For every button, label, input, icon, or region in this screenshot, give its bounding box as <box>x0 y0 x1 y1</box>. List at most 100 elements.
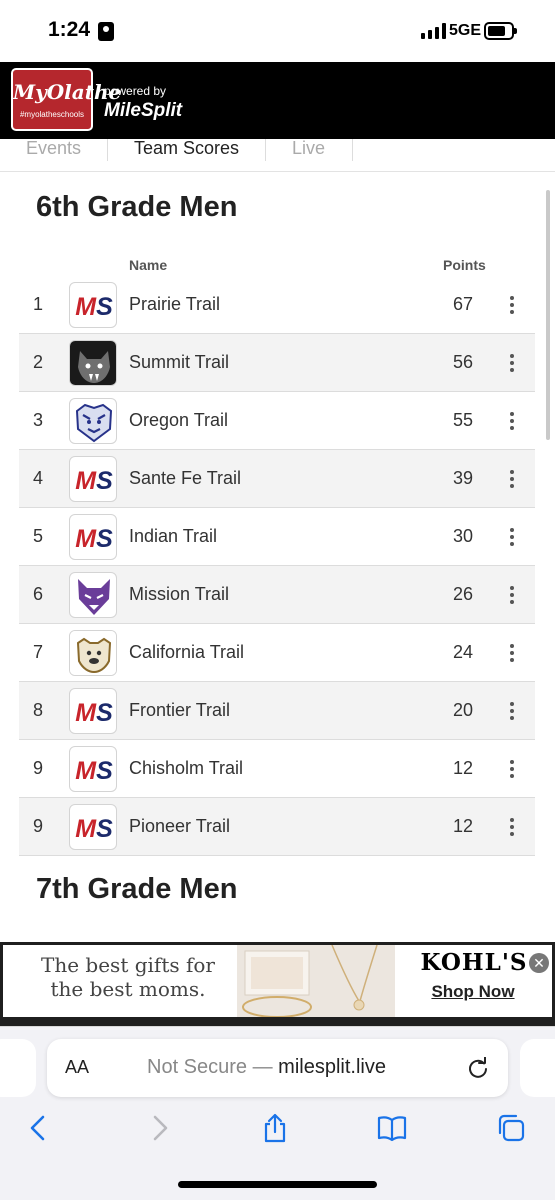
more-options-icon[interactable] <box>505 410 519 432</box>
ad-content[interactable]: The best gifts for the best moms. KOHL'S… <box>3 945 552 1017</box>
more-options-icon[interactable] <box>505 352 519 374</box>
column-header-name: Name <box>129 257 168 273</box>
milesplit-logo: MS <box>69 804 117 850</box>
bulldog-logo <box>69 630 117 676</box>
tiger-logo <box>69 398 117 444</box>
more-options-icon[interactable] <box>505 642 519 664</box>
team-name[interactable]: Pioneer Trail <box>129 816 230 837</box>
team-points: 20 <box>452 700 473 720</box>
team-score-row[interactable]: 7 California Trail 24 <box>19 624 535 682</box>
svg-text:MS: MS <box>75 757 113 785</box>
more-options-icon[interactable] <box>505 468 519 490</box>
team-rank: 6 <box>33 584 44 604</box>
ad-close-icon[interactable]: ✕ <box>529 953 549 973</box>
team-rank: 8 <box>33 700 44 720</box>
team-points: 30 <box>452 526 473 546</box>
team-points: 12 <box>452 816 473 836</box>
team-rank: 3 <box>33 410 44 430</box>
forward-icon[interactable] <box>144 1113 174 1143</box>
team-name[interactable]: Prairie Trail <box>129 294 220 315</box>
team-name[interactable]: Indian Trail <box>129 526 217 547</box>
bookmarks-icon[interactable] <box>377 1113 407 1143</box>
scrollbar[interactable] <box>546 190 550 440</box>
previous-tab-pill[interactable] <box>0 1039 36 1097</box>
wolf-logo <box>69 572 117 618</box>
tab-divider <box>352 139 353 161</box>
share-icon[interactable] <box>260 1113 290 1143</box>
team-score-row[interactable]: 3 Oregon Trail 55 <box>19 392 535 450</box>
url-display[interactable]: Not Secure — milesplit.live <box>147 1056 386 1079</box>
milesplit-logo: MS <box>69 746 117 792</box>
milesplit-logo: MS <box>69 688 117 734</box>
kohls-logo: KOHL'S <box>420 949 528 976</box>
svg-text:MS: MS <box>75 467 113 495</box>
team-score-row[interactable]: 5 MS Indian Trail 30 <box>19 508 535 566</box>
milesplit-logo: MS <box>69 282 117 328</box>
network-label: 5GE <box>449 22 482 39</box>
svg-text:MS: MS <box>75 525 113 553</box>
team-name[interactable]: Summit Trail <box>129 352 229 373</box>
team-score-row[interactable]: 9 MS Chisholm Trail 12 <box>19 740 535 798</box>
team-rank: 2 <box>33 352 44 372</box>
signal-icon <box>421 23 447 39</box>
team-name[interactable]: Mission Trail <box>129 584 229 605</box>
team-score-table: 1 MS Prairie Trail 67 2 Summit Trail 56 3 Oregon… <box>19 276 535 856</box>
team-points: 12 <box>452 758 473 778</box>
shop-now-link[interactable]: Shop Now <box>403 982 543 1002</box>
address-bar[interactable]: AA Not Secure — milesplit.live <box>47 1039 508 1097</box>
reload-icon[interactable] <box>467 1057 489 1079</box>
tab-team-scores[interactable]: Team Scores <box>134 139 239 161</box>
logo-tag: #myolatheschools <box>19 110 85 119</box>
focus-person-icon <box>98 22 114 41</box>
team-score-row[interactable]: 6 Mission Trail 26 <box>19 566 535 624</box>
home-indicator[interactable] <box>178 1181 377 1188</box>
team-points: 24 <box>452 642 473 662</box>
myolathe-logo[interactable]: MyOlathe #myolatheschools <box>11 68 121 131</box>
team-score-row[interactable]: 4 MS Sante Fe Trail 39 <box>19 450 535 508</box>
more-options-icon[interactable] <box>505 758 519 780</box>
team-name[interactable]: Chisholm Trail <box>129 758 243 779</box>
tab-strip: Events Team Scores Live <box>0 139 555 172</box>
team-name[interactable]: Oregon Trail <box>129 410 228 431</box>
app-header: MyOlathe #myolatheschools powered by Mil… <box>0 62 555 139</box>
milesplit-brand[interactable]: MileSplit <box>104 100 182 122</box>
milesplit-logo: MS <box>69 456 117 502</box>
tab-live[interactable]: Live <box>292 139 325 161</box>
team-rank: 5 <box>33 526 44 546</box>
screen: 1:24 5GE MyOlathe #myolatheschools power… <box>0 0 555 1200</box>
team-points: 67 <box>452 294 473 314</box>
team-points: 39 <box>452 468 473 488</box>
more-options-icon[interactable] <box>505 294 519 316</box>
more-options-icon[interactable] <box>505 584 519 606</box>
aa-label: AA <box>65 1057 90 1077</box>
status-bar: 1:24 5GE <box>0 0 555 62</box>
team-points: 56 <box>452 352 473 372</box>
tab-divider <box>265 139 266 161</box>
section-title: 6th Grade Men <box>36 191 238 223</box>
team-name[interactable]: Sante Fe Trail <box>129 468 241 489</box>
more-options-icon[interactable] <box>505 526 519 548</box>
tab-events[interactable]: Events <box>26 139 81 161</box>
team-scores-content[interactable]: 6th Grade Men Name Points 1 MS Prairie Tra… <box>0 172 555 942</box>
tabs-icon[interactable] <box>496 1113 526 1143</box>
not-secure-label: Not Secure — <box>147 1056 273 1078</box>
back-icon[interactable] <box>24 1113 54 1143</box>
section-title: 7th Grade Men <box>36 873 238 905</box>
status-time: 1:24 <box>48 18 91 41</box>
svg-text:MS: MS <box>75 699 113 727</box>
team-score-row[interactable]: 8 MS Frontier Trail 20 <box>19 682 535 740</box>
team-name[interactable]: Frontier Trail <box>129 700 230 721</box>
svg-text:MS: MS <box>75 815 113 843</box>
ad-banner[interactable]: The best gifts for the best moms. KOHL'S… <box>0 942 555 1026</box>
team-name[interactable]: California Trail <box>129 642 244 663</box>
next-tab-pill[interactable] <box>520 1039 555 1097</box>
more-options-icon[interactable] <box>505 816 519 838</box>
browser-toolbar: AA Not Secure — milesplit.live <box>0 1026 555 1200</box>
powered-by-label: powered by <box>104 84 167 98</box>
reader-aa-button[interactable]: AA <box>65 1057 89 1078</box>
team-score-row[interactable]: 1 MS Prairie Trail 67 <box>19 276 535 334</box>
team-score-row[interactable]: 2 Summit Trail 56 <box>19 334 535 392</box>
team-score-row[interactable]: 9 MS Pioneer Trail 12 <box>19 798 535 856</box>
more-options-icon[interactable] <box>505 700 519 722</box>
team-rank: 1 <box>33 294 44 314</box>
